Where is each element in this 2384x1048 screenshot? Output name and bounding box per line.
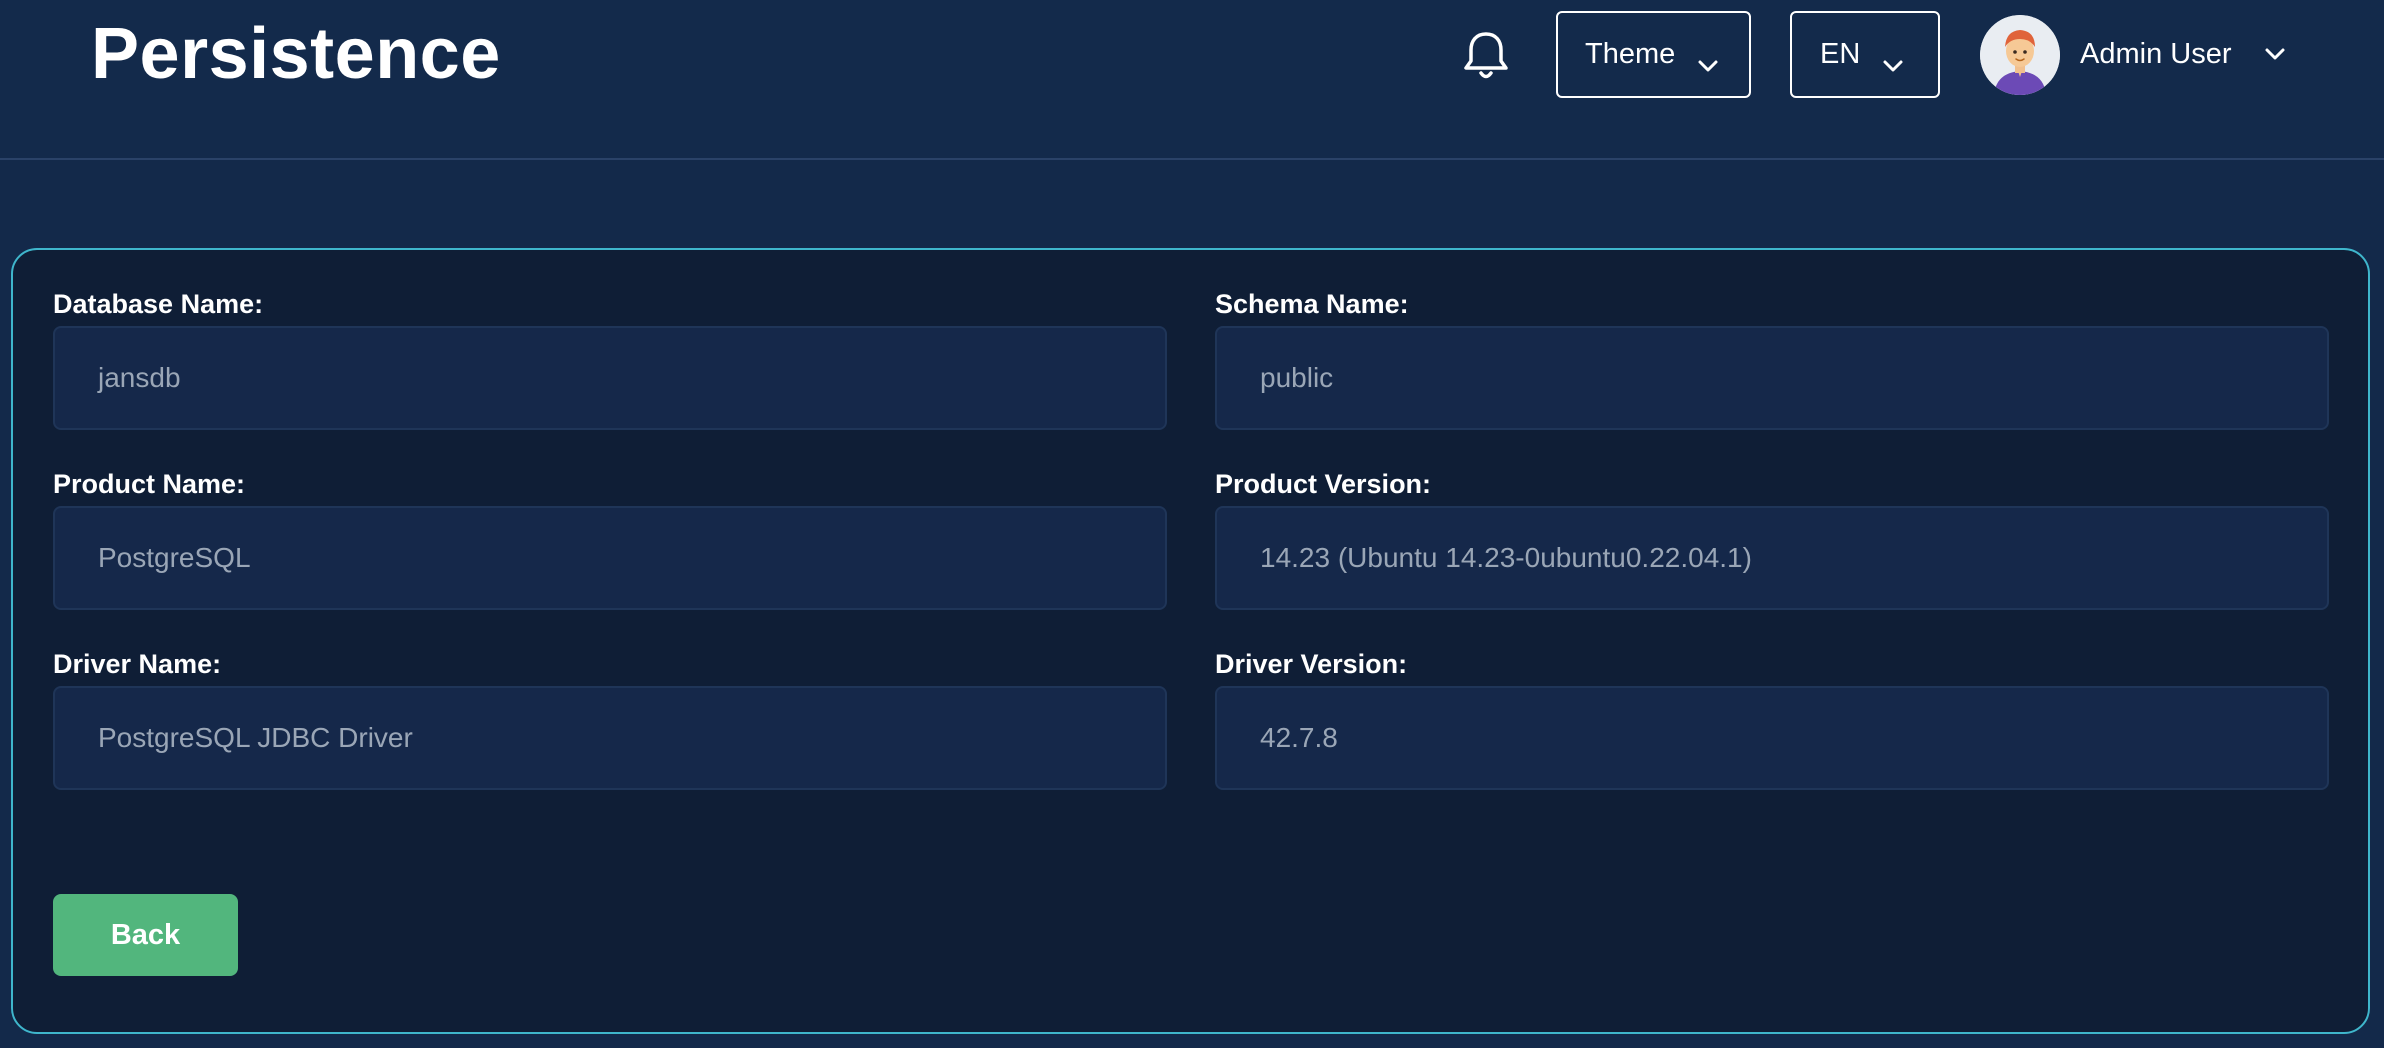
driver-version-label: Driver Version: <box>1215 649 1408 679</box>
product-version-field[interactable]: 14.23 (Ubuntu 14.23-0ubuntu0.22.04.1) <box>1215 506 2329 610</box>
driver-name-label: Driver Name: <box>53 649 222 679</box>
product-name-label: Product Name: <box>53 469 246 499</box>
database-name-field[interactable]: jansdb <box>53 326 1167 430</box>
bell-icon[interactable] <box>1462 30 1510 82</box>
theme-dropdown-label: Theme <box>1585 38 1676 70</box>
driver-version-field[interactable]: 42.7.8 <box>1215 686 2329 790</box>
top-header: Persistence Theme EN Admin User <box>0 0 2384 160</box>
chevron-down-icon[interactable] <box>2264 47 2286 61</box>
schema-name-field[interactable]: public <box>1215 326 2329 430</box>
avatar[interactable] <box>1980 15 2060 95</box>
chevron-down-icon <box>1697 48 1719 71</box>
product-version-label: Product Version: <box>1215 469 1432 499</box>
language-dropdown[interactable]: EN <box>1790 11 1940 98</box>
product-name-field[interactable]: PostgreSQL <box>53 506 1167 610</box>
database-name-label: Database Name: <box>53 289 264 319</box>
driver-name-field[interactable]: PostgreSQL JDBC Driver <box>53 686 1167 790</box>
schema-name-label: Schema Name: <box>1215 289 1409 319</box>
theme-dropdown[interactable]: Theme <box>1556 11 1751 98</box>
persistence-details-card: Database Name: jansdb Schema Name: publi… <box>11 248 2370 1034</box>
chevron-down-icon <box>1882 48 1904 71</box>
user-name[interactable]: Admin User <box>2080 36 2232 72</box>
language-dropdown-label: EN <box>1820 38 1861 70</box>
page-title: Persistence <box>91 14 501 94</box>
back-button[interactable]: Back <box>53 894 238 976</box>
